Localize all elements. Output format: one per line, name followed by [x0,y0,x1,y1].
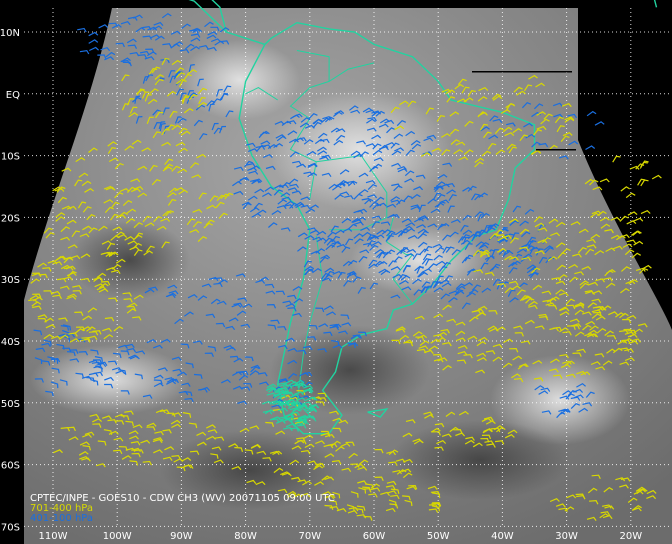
longitude-label: 20W [619,531,642,542]
longitude-label: 110W [39,531,68,542]
longitude-label: 100W [103,531,132,542]
longitude-label: 70W [298,531,321,542]
longitude-label: 90W [170,531,193,542]
overlay-dash [472,71,572,73]
longitude-label: 80W [234,531,257,542]
longitude-label: 40W [491,531,514,542]
latitude-label: 30S [1,275,20,286]
latitude-label: EQ [6,90,20,101]
latitude-label: 10S [1,152,20,163]
longitude-label: 30W [555,531,578,542]
latitude-label: 70S [1,522,20,533]
latitude-label: 40S [1,337,20,348]
latitude-label: 50S [1,399,20,410]
latitude-label: 20S [1,213,20,224]
longitude-label: 60W [363,531,386,542]
water-vapor-satellite-map: 10N EQ 10S 20S 30S 40S 50S 60S 70S 110W 100W 90W 80… [0,0,672,544]
overlay-dash [536,149,576,151]
legend-high-level: 401-100 hPa [30,513,93,524]
satellite-imagery [24,8,672,544]
longitude-label: 50W [427,531,450,542]
latitude-label: 60S [1,461,20,472]
latitude-label: 10N [0,28,20,39]
